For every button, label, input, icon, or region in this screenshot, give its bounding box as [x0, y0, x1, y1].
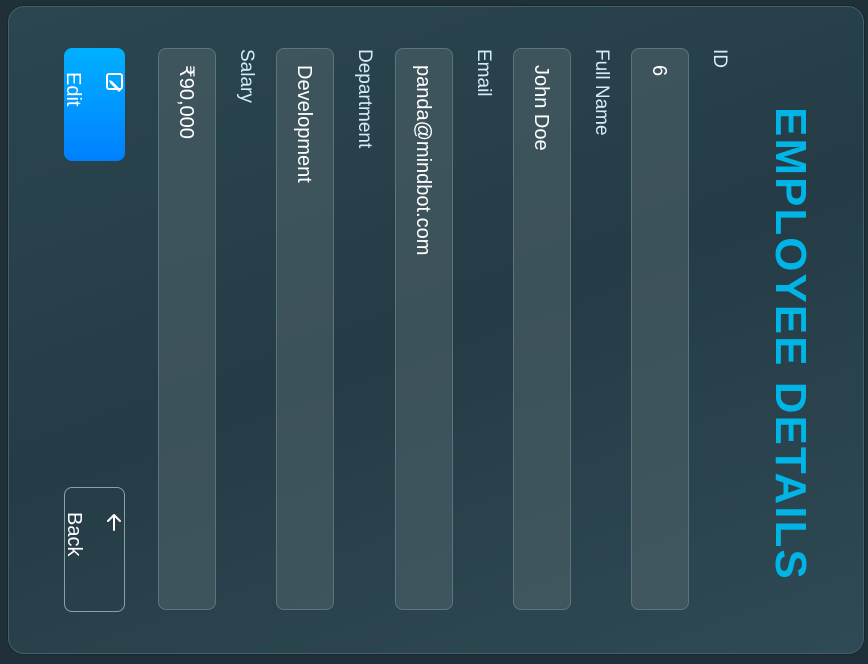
page-title: EMPLOYEE DETAILS [766, 107, 815, 581]
department-value: Development [293, 65, 315, 183]
salary-label: Salary [236, 49, 257, 103]
back-button[interactable]: Back [63, 487, 125, 612]
full-name-field: John Doe [513, 48, 571, 610]
id-label: ID [709, 49, 730, 68]
email-label: Email [473, 49, 494, 97]
department-field: Development [276, 48, 334, 610]
id-field: 6 [631, 48, 689, 610]
edit-button[interactable]: Edit [62, 48, 125, 161]
arrow-left-icon [107, 514, 121, 531]
email-value: panda@mindbot.com [412, 65, 434, 256]
edit-button-label: Edit [62, 72, 84, 107]
edit-icon [106, 73, 123, 92]
full-name-value: John Doe [530, 65, 552, 151]
salary-field: ₹90,000 [158, 48, 216, 610]
salary-value: ₹90,000 [175, 65, 197, 139]
employee-details-card: EMPLOYEE DETAILS ID 6 Full Name John Doe… [8, 6, 864, 654]
id-value: 6 [648, 65, 670, 77]
back-button-label: Back [63, 512, 85, 557]
full-name-label: Full Name [591, 49, 612, 136]
department-label: Department [354, 49, 375, 149]
email-field: panda@mindbot.com [395, 48, 453, 610]
